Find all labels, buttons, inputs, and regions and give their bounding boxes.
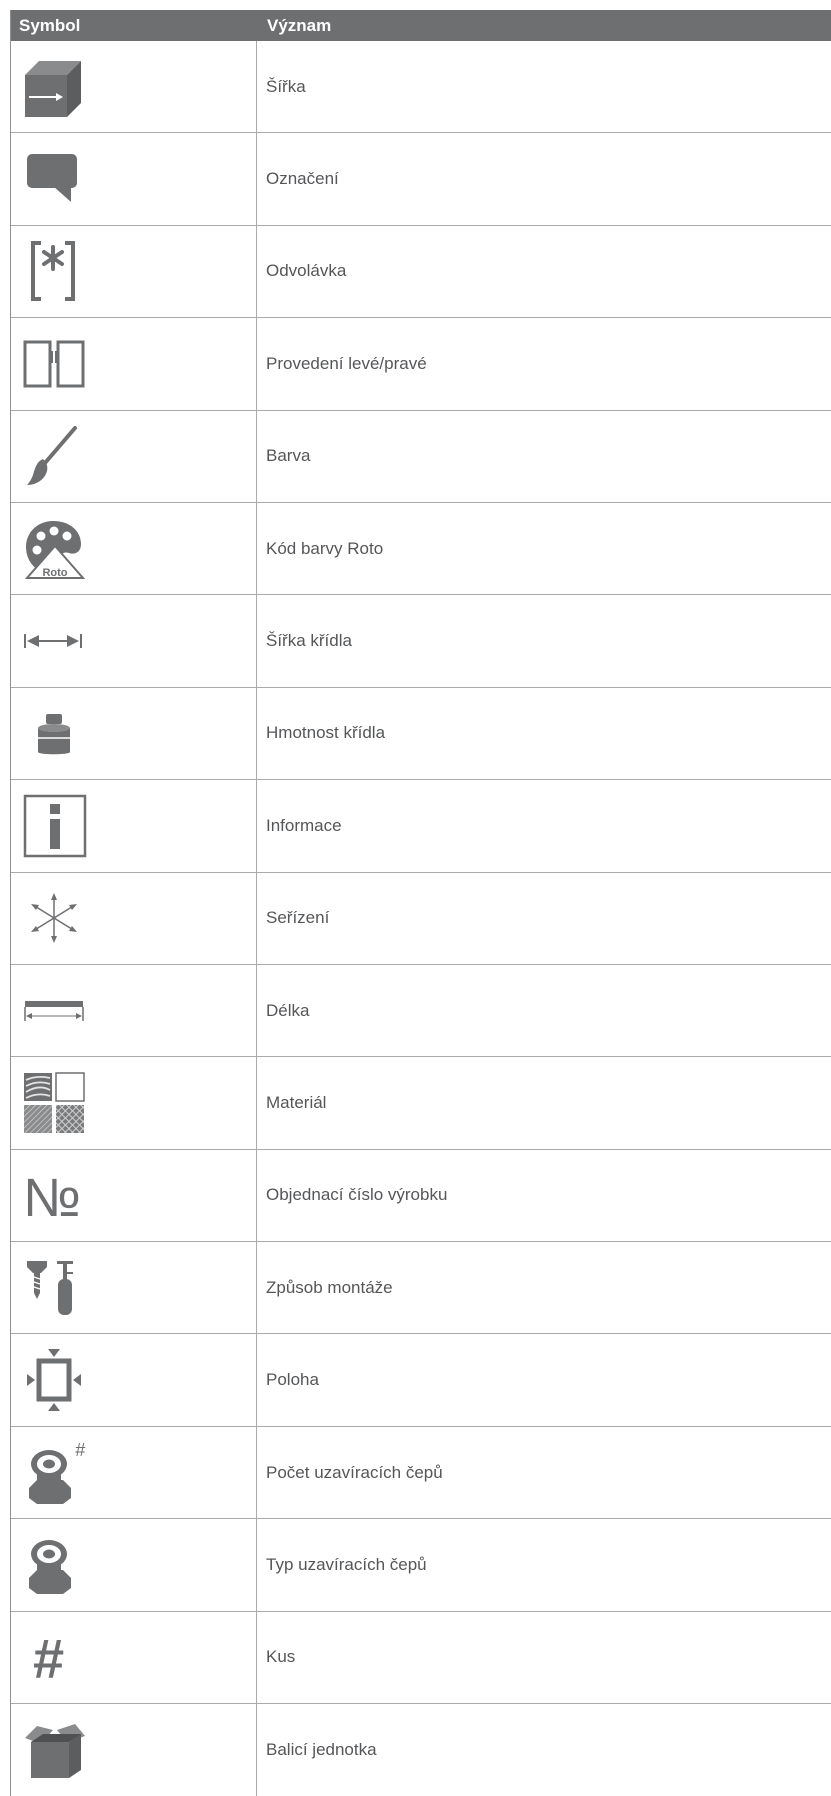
left-right-sash-icon [23, 340, 85, 388]
symbol-cell [11, 1519, 257, 1611]
palette-roto-icon: Roto [24, 520, 85, 579]
roto-badge-text: Roto [42, 567, 67, 579]
meaning-label: Poloha [266, 1370, 319, 1390]
symbol-cell: Roto [11, 502, 257, 595]
symbol-cell [11, 872, 257, 964]
table-row: Typ uzavíracích čepů [11, 1519, 831, 1612]
header-meaning: Význam [267, 15, 332, 35]
symbol-cell [11, 225, 257, 318]
symbol-cell [11, 964, 257, 1057]
symbol-legend-table: Symbol Význam Šířka Označení Odvolávka P… [10, 10, 831, 1796]
meaning-label: Šířka [266, 76, 306, 96]
symbol-cell [11, 1242, 257, 1334]
locking-cam-count-icon: # [29, 1440, 86, 1504]
table-row: Odvolávka [11, 225, 831, 319]
meaning-label: Seřízení [266, 908, 330, 928]
symbol-cell [11, 595, 257, 687]
length-bar-icon [24, 1000, 84, 1021]
table-row: Poloha [11, 1334, 831, 1427]
meaning-label: Objednací číslo výrobku [266, 1185, 448, 1205]
table-row: Délka [11, 964, 831, 1058]
meaning-label: Typ uzavíracích čepů [266, 1554, 427, 1574]
speech-bubble-icon [27, 153, 77, 202]
meaning-label: Kus [266, 1647, 296, 1667]
meaning-label: Hmotnost křídla [266, 723, 386, 743]
screw-mount-icon [27, 1260, 73, 1315]
symbol-cell [11, 780, 257, 872]
locking-cam-icon [29, 1539, 71, 1594]
table-row: Roto Kód barvy Roto [11, 502, 831, 596]
table-row: Materiál [11, 1057, 831, 1150]
meaning-label: Způsob montáže [266, 1277, 393, 1297]
symbol-cell: # [11, 1611, 257, 1704]
table-row: Označení [11, 133, 831, 226]
number-sign-glyph: № [23, 1168, 81, 1222]
symbol-cell [11, 1334, 257, 1426]
symbol-cell [11, 318, 257, 410]
info-icon [23, 794, 87, 858]
meaning-label: Balicí jednotka [266, 1740, 377, 1760]
table-row: Šířka [11, 41, 831, 134]
symbol-cell [11, 133, 257, 225]
bracket-asterisk-icon [31, 241, 75, 302]
table-row: Barva [11, 410, 831, 503]
table-row: Balicí jednotka [11, 1704, 831, 1796]
meaning-label: Počet uzavíracích čepů [266, 1462, 443, 1482]
symbol-cell [11, 687, 257, 780]
table-row: Hmotnost křídla [11, 687, 831, 781]
package-icon [25, 1724, 85, 1779]
symbol-cell: № [11, 1149, 257, 1242]
table-row: Informace [11, 780, 831, 873]
symbol-cell [11, 41, 257, 133]
number-sign-icon: № [23, 1168, 81, 1222]
symbol-cell [11, 1704, 257, 1796]
position-icon [27, 1349, 81, 1412]
symbol-cell [11, 1057, 257, 1149]
symbol-cell [11, 410, 257, 502]
meaning-label: Délka [266, 1000, 310, 1020]
hash-icon: # [33, 1628, 64, 1686]
width-arrow-icon [24, 634, 82, 649]
table-header: Symbol Význam [11, 10, 831, 41]
table-row: Způsob montáže [11, 1242, 831, 1335]
meaning-label: Označení [266, 169, 339, 189]
meaning-label: Provedení levé/pravé [266, 353, 427, 373]
meaning-label: Barva [266, 446, 311, 466]
table-row: Provedení levé/pravé [11, 318, 831, 411]
meaning-label: Materiál [266, 1092, 327, 1112]
table-row: # Kus [11, 1611, 831, 1705]
table-row: Šířka křídla [11, 595, 831, 688]
table-row: # Počet uzavíracích čepů [11, 1426, 831, 1520]
table-row: Seřízení [11, 872, 831, 965]
adjust-arrows-icon [31, 893, 77, 944]
material-swatches-icon [24, 1072, 85, 1133]
table-row: № Objednací číslo výrobku [11, 1149, 831, 1243]
paint-brush-icon [27, 426, 77, 486]
count-hash-glyph: # [75, 1440, 86, 1460]
hash-glyph: # [33, 1628, 64, 1686]
meaning-label: Odvolávka [266, 261, 347, 281]
meaning-label: Šířka křídla [266, 631, 352, 651]
header-symbol: Symbol [19, 15, 81, 35]
symbol-cell: # [11, 1426, 257, 1519]
box-width-icon [25, 60, 81, 117]
meaning-label: Informace [266, 815, 342, 835]
meaning-label: Kód barvy Roto [266, 538, 384, 558]
weight-icon [38, 714, 70, 755]
